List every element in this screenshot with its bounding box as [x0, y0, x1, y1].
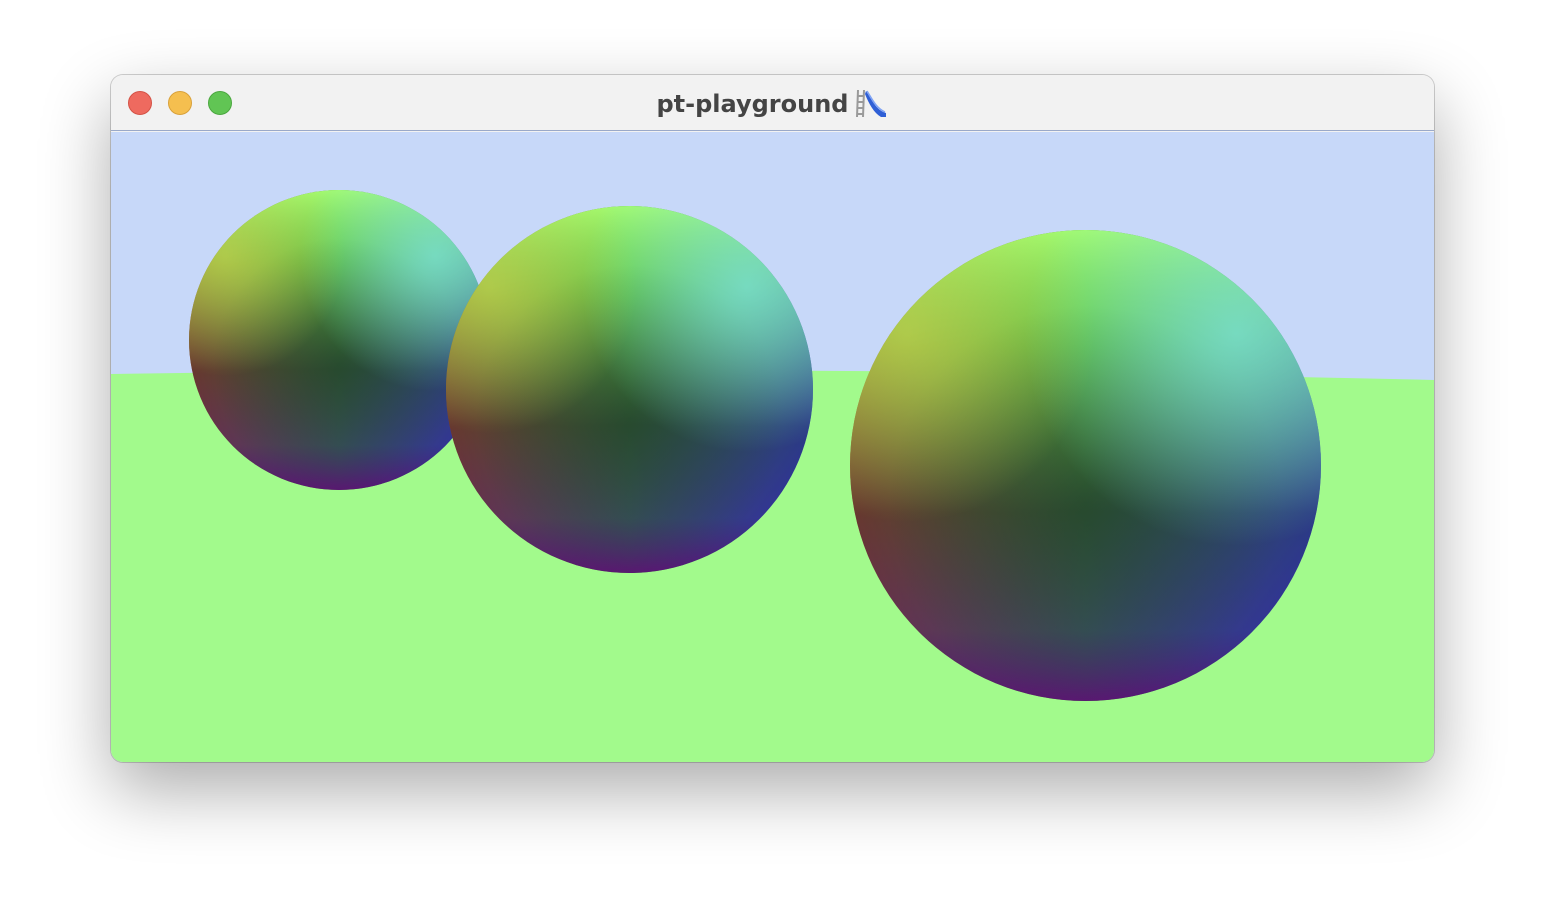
playground-slide-icon	[854, 88, 888, 125]
app-window: pt-playground	[111, 75, 1434, 762]
sphere-left	[189, 190, 489, 490]
title-bar[interactable]: pt-playground	[111, 75, 1434, 131]
window-title-text: pt-playground	[656, 90, 849, 118]
sphere-middle	[446, 206, 813, 573]
rendered-scene	[111, 132, 1434, 762]
sphere-right	[850, 230, 1321, 701]
window-title: pt-playground	[111, 88, 1434, 125]
render-viewport[interactable]	[111, 132, 1434, 762]
